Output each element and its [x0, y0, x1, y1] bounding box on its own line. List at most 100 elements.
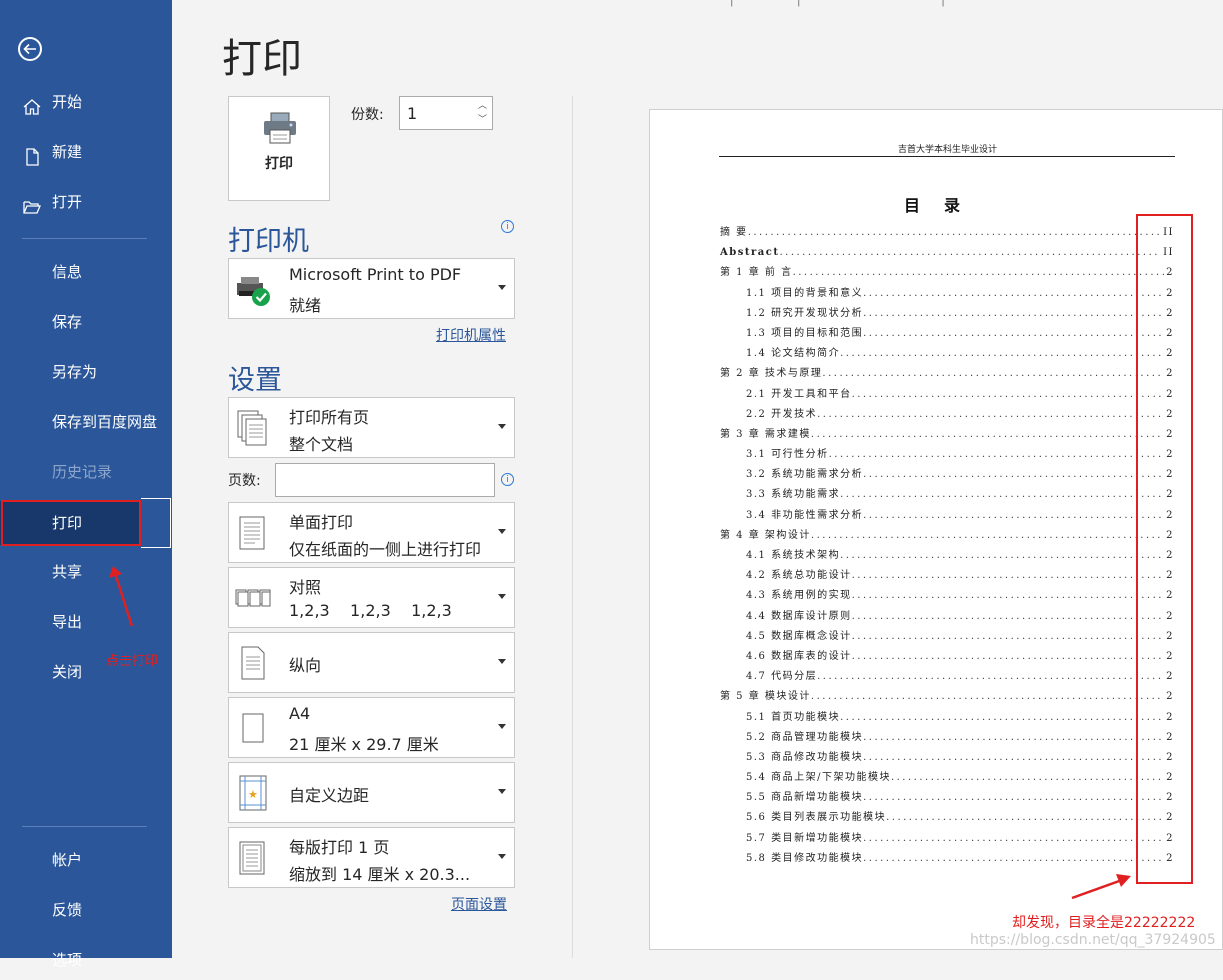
toc-row: 4.7 代码分层................................… [720, 667, 1174, 687]
nav-label: 选项 [52, 951, 83, 969]
page-setup-link[interactable]: 页面设置 [451, 894, 507, 914]
nav-label: 共享 [52, 563, 83, 581]
toc-entry-text: 1.1 项目的背景和意义 [746, 287, 864, 299]
all-pages-icon [237, 410, 267, 446]
nav-save[interactable]: 保存 [0, 302, 172, 342]
page-header: 吉首大学本科生毕业设计 [897, 145, 997, 155]
nav-feedback[interactable]: 反馈 [0, 890, 172, 930]
toc-row: 第 4 章 架构设计..............................… [720, 526, 1174, 546]
toc-leader-dots: ........................................… [840, 489, 1164, 501]
setting-line1: 单面打印 [289, 513, 354, 532]
nav-info[interactable]: 信息 [0, 252, 172, 292]
toc-entry-text: 第 3 章 需求建模 [720, 428, 811, 440]
printer-status: 就绪 [289, 296, 322, 315]
toc-row: 3.3 系统功能需求..............................… [720, 485, 1174, 505]
print-highlight-box [1, 500, 141, 546]
pages-per-sheet-dropdown[interactable]: 每版打印 1 页 缩放到 14 厘米 x 20.3... [228, 827, 515, 888]
nav-label: 保存 [52, 313, 83, 331]
collate-dropdown[interactable]: 对照 1,2,3 1,2,3 1,2,3 [228, 567, 515, 628]
printer-info-icon[interactable]: i [501, 220, 514, 233]
nav-save-as[interactable]: 另存为 [0, 352, 172, 392]
toc-entry-text: 4.6 数据库表的设计 [746, 650, 852, 662]
print-range-dropdown[interactable]: 打印所有页 整个文档 [228, 397, 515, 458]
copies-spinner[interactable]: 1 ︿ ﹀ [399, 96, 493, 130]
toc-entry-text: 1.2 研究开发现状分析 [746, 307, 864, 319]
toc-row: 5.3 商品修改功能模块............................… [720, 748, 1174, 768]
print-button[interactable]: 打印 [228, 96, 330, 201]
toc-row: 2.1 开发工具和平台.............................… [720, 385, 1174, 405]
sidebar-divider [22, 826, 147, 827]
toc-leader-dots: ........................................… [851, 570, 1165, 582]
margins-dropdown[interactable]: ★ 自定义边距 [228, 762, 515, 823]
nav-label: 保存到百度网盘 [52, 413, 158, 431]
toc-entry-text: 4.3 系统用例的实现 [746, 590, 852, 602]
svg-text:★: ★ [248, 788, 258, 801]
toc-row: 第 5 章 模块设计..............................… [720, 687, 1174, 707]
toc-leader-dots: ........................................… [822, 368, 1164, 380]
toc-leader-dots: ........................................… [810, 428, 1164, 440]
toc-leader-dots: ........................................… [886, 812, 1165, 824]
toc-row: 第 2 章 技术与原理.............................… [720, 364, 1174, 384]
pages-info-icon[interactable]: i [501, 473, 514, 486]
page-title: 打印 [222, 36, 302, 82]
toc-leader-dots: ........................................… [792, 267, 1165, 279]
nav-open[interactable]: 打开 [0, 182, 172, 222]
toc-entry-text: 3.4 非功能性需求分析 [746, 509, 864, 521]
nav-export[interactable]: 导出 [0, 602, 172, 642]
toc-leader-dots: ........................................… [747, 227, 1162, 238]
one-sided-icon [239, 516, 265, 550]
nav-save-baidu[interactable]: 保存到百度网盘 [0, 402, 172, 442]
setting-line2: 1,2,3 1,2,3 1,2,3 [289, 601, 452, 620]
new-document-icon [22, 142, 42, 166]
nav-home[interactable]: 开始 [0, 82, 172, 122]
print-button-label: 打印 [265, 156, 293, 172]
toc-row: 4.3 系统用例的实现.............................… [720, 586, 1174, 606]
toc-leader-dots: ........................................… [863, 307, 1165, 319]
nav-options[interactable]: 选项 [0, 940, 172, 980]
dropdown-arrow-icon [498, 724, 506, 729]
pages-input[interactable] [275, 463, 495, 497]
nav-share[interactable]: 共享 [0, 552, 172, 592]
nav-label: 关闭 [52, 663, 83, 681]
copies-value: 1 [407, 104, 418, 123]
toc-entry-text: 2.2 开发技术 [746, 408, 818, 420]
nav-label: 开始 [52, 93, 83, 111]
nav-label: 信息 [52, 263, 83, 281]
toc-entry-text: 1.3 项目的目标和范围 [746, 327, 864, 339]
toc-entry-text: 第 5 章 模块设计 [720, 691, 811, 703]
toc-leader-dots: ........................................… [863, 852, 1165, 864]
nav-label: 另存为 [52, 363, 98, 381]
nav-new[interactable]: 新建 [0, 132, 172, 172]
setting-line2: 21 厘米 x 29.7 厘米 [289, 735, 439, 754]
toc-row: 1.3 项目的目标和范围............................… [720, 324, 1174, 344]
nav-account[interactable]: 帐户 [0, 840, 172, 880]
toc-list: 摘 要.....................................… [720, 223, 1174, 869]
toc-entry-text: 5.4 商品上架/下架功能模块 [746, 772, 891, 784]
toc-leader-dots: ........................................… [810, 691, 1164, 703]
dropdown-arrow-icon [498, 659, 506, 664]
collated-icon [235, 589, 271, 607]
sides-dropdown[interactable]: 单面打印 仅在纸面的一侧上进行打印 [228, 502, 515, 563]
toc-row: 5.5 商品新增功能模块............................… [720, 788, 1174, 808]
toc-leader-dots: ........................................… [863, 469, 1165, 481]
paper-size-dropdown[interactable]: A4 21 厘米 x 29.7 厘米 [228, 697, 515, 758]
toc-row: 1.2 研究开发现状分析............................… [720, 304, 1174, 324]
page-numbers-highlight-box [1136, 214, 1193, 884]
toc-row: 5.2 商品管理功能模块............................… [720, 728, 1174, 748]
toc-row: 1.4 论文结构简介..............................… [720, 344, 1174, 364]
nav-label: 打开 [52, 193, 83, 211]
orientation-dropdown[interactable]: 纵向 [228, 632, 515, 693]
toc-entry-text: 5.5 商品新增功能模块 [746, 792, 864, 804]
toc-entry-text: 3.3 系统功能需求 [746, 489, 841, 501]
toc-row: 4.6 数据库表的设计.............................… [720, 647, 1174, 667]
toc-row: 4.2 系统总功能设计.............................… [720, 566, 1174, 586]
printer-dropdown[interactable]: Microsoft Print to PDF 就绪 [228, 258, 515, 319]
toc-leader-dots: ........................................… [851, 650, 1165, 662]
printer-properties-link[interactable]: 打印机属性 [436, 325, 506, 345]
nav-label: 导出 [52, 613, 83, 631]
back-arrow-icon[interactable] [18, 37, 42, 61]
spinner-arrows-icon[interactable]: ︿ ﹀ [478, 99, 487, 127]
toc-leader-dots: ........................................… [779, 247, 1161, 259]
toc-entry-text: 5.6 类目列表展示功能模块 [746, 812, 887, 824]
toc-row: 5.7 类目新增功能模块............................… [720, 829, 1174, 849]
